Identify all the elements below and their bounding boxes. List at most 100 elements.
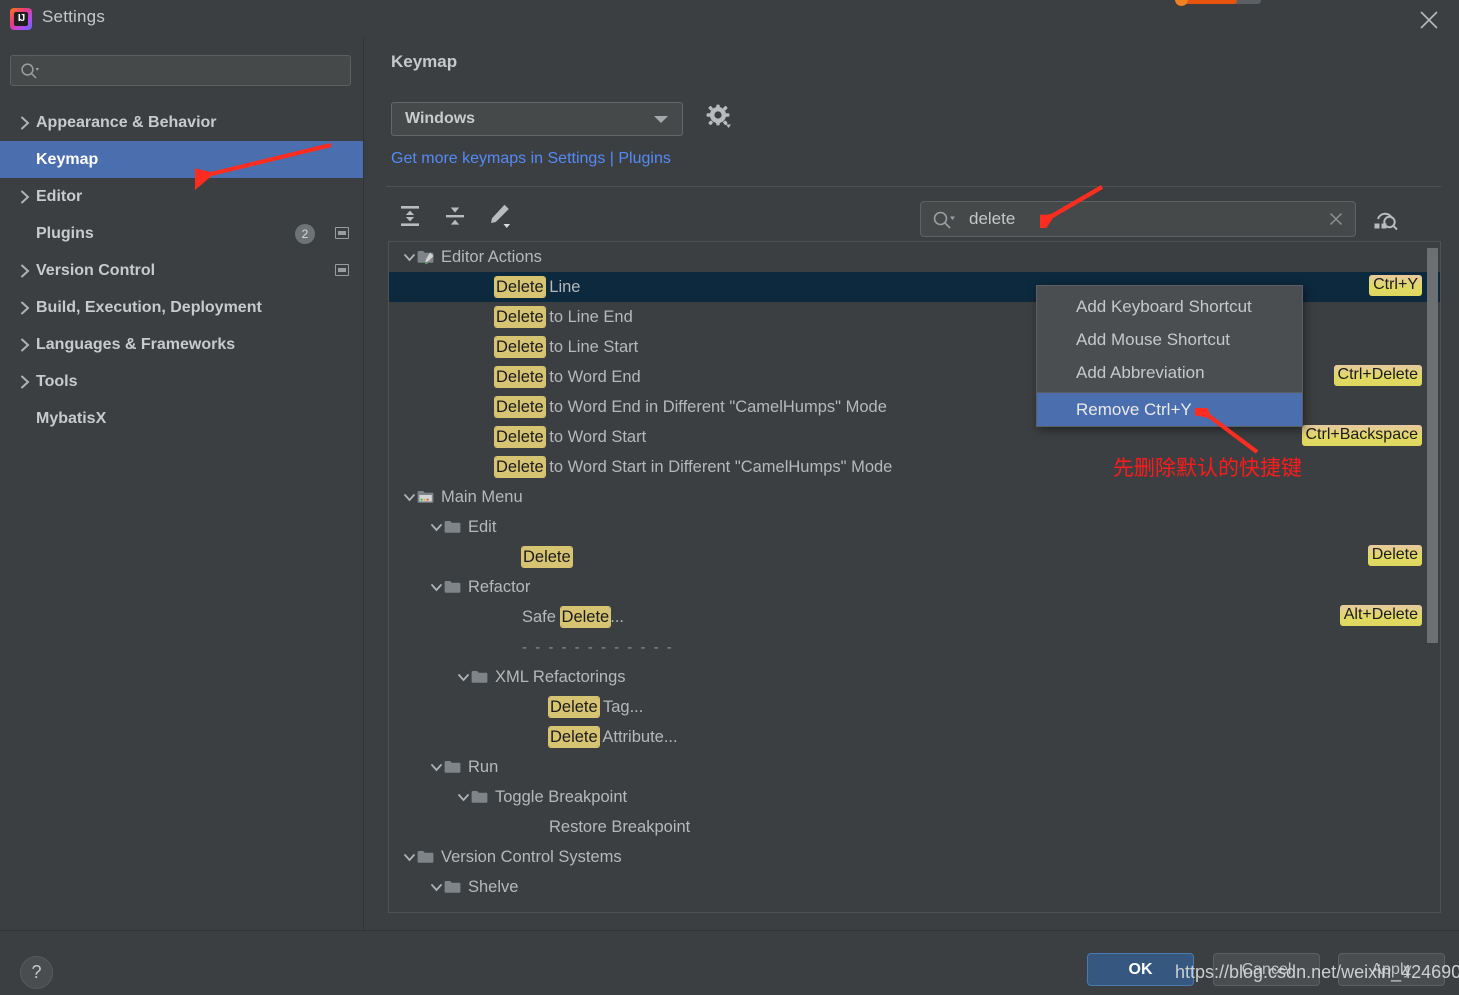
sidebar-item-label: Keymap [36,150,99,168]
tree-icon-spacer [471,340,488,354]
menu-item-add-keyboard-shortcut[interactable]: Add Keyboard Shortcut [1037,290,1302,323]
keymap-select[interactable]: Windows [391,102,683,136]
action-search-input[interactable]: delete [920,201,1356,237]
keymap-settings-gear-button[interactable] [702,102,736,136]
find-by-shortcut-icon[interactable] [1368,202,1402,236]
sidebar-item-plugins[interactable]: Plugins 2 [0,215,363,252]
folder-icon [444,880,461,894]
sidebar-item-tools[interactable]: Tools [0,363,363,400]
sidebar-item-build-execution-deployment[interactable]: Build, Execution, Deployment [0,289,363,326]
sidebar-item-languages-frameworks[interactable]: Languages & Frameworks [0,326,363,363]
tree-row-label: Delete Line [495,276,580,297]
slider-knob[interactable] [1175,0,1188,6]
tree-row-label: Editor Actions [441,248,542,267]
tree-no-chevron [456,340,471,355]
tree-scrollbar[interactable] [1426,244,1438,912]
help-button[interactable]: ? [20,956,53,989]
table-row[interactable]: Delete Delete [389,542,1440,572]
search-icon [932,210,956,235]
tree-label-suffix: Version Control Systems [441,847,622,866]
chevron-right-icon [16,264,34,278]
chevron-down-icon[interactable] [429,760,444,775]
table-row[interactable]: XML Refactorings [389,662,1440,692]
search-match-highlight: Delete [495,306,545,327]
search-icon [20,62,40,85]
gear-icon [706,104,732,135]
table-row[interactable]: Refactor [389,572,1440,602]
tree-label-suffix: to Word Start [544,427,647,446]
search-match-highlight: Delete [495,366,545,387]
tree-no-chevron [456,370,471,385]
folder-icon [417,850,434,864]
sidebar-item-label: Tools [36,372,78,390]
tree-label-suffix: Shelve [468,877,519,896]
table-row[interactable]: Editor Actions [389,242,1440,272]
sidebar-search-input[interactable] [10,55,351,86]
table-row[interactable]: Shelve [389,872,1440,902]
project-scope-icon [335,264,349,276]
scrollbar-thumb[interactable] [1427,248,1438,643]
get-more-keymaps-link[interactable]: Get more keymaps in Settings | Plugins [391,150,671,168]
tree-icon-spacer [498,550,515,564]
tree-no-chevron [456,280,471,295]
top-slider[interactable] [1175,0,1263,7]
chevron-down-icon[interactable] [456,670,471,685]
tree-row-label: Delete to Word End in Different "CamelHu… [495,396,887,417]
table-row[interactable]: Main Menu [389,482,1440,512]
sidebar-item-mybatisx[interactable]: MybatisX [0,400,363,437]
table-row[interactable]: Delete Tag... [389,692,1440,722]
table-row[interactable]: Delete Attribute... [389,722,1440,752]
search-match-highlight: Delete [549,696,599,717]
chevron-down-icon[interactable] [402,490,417,505]
collapse-all-icon[interactable] [439,201,470,232]
sidebar-item-keymap[interactable]: Keymap [0,141,363,178]
search-match-highlight: Delete [560,606,611,627]
chevron-down-icon[interactable] [456,790,471,805]
tree-icon-spacer [525,730,542,744]
tree-icon-spacer [498,640,515,654]
tree-icon-spacer [471,400,488,414]
menu-item-remove-ctrl-y[interactable]: Remove Ctrl+Y [1037,393,1302,426]
expand-all-icon[interactable] [394,201,425,232]
tree-row-label: XML Refactorings [495,668,626,687]
table-row[interactable]: Edit [389,512,1440,542]
chevron-right-icon [16,338,34,352]
close-icon[interactable] [1413,4,1445,36]
chevron-down-icon[interactable] [402,250,417,265]
tree-no-chevron [510,700,525,715]
tree-label-suffix: Restore Breakpoint [549,817,691,836]
tree-label-suffix: Main Menu [441,487,523,506]
sidebar-item-editor[interactable]: Editor [0,178,363,215]
tree-icon-spacer [498,610,515,624]
close-icon[interactable] [1327,210,1345,228]
table-row[interactable]: Version Control Systems [389,842,1440,872]
sidebar-item-label: Version Control [36,261,156,279]
tree-row-label: Toggle Breakpoint [495,788,627,807]
table-row[interactable]: Restore Breakpoint [389,812,1440,842]
chevron-down-icon[interactable] [402,850,417,865]
tree-label-suffix: to Line End [544,307,633,326]
chevron-right-icon [16,301,34,315]
edit-shortcut-icon[interactable] [484,201,515,232]
chevron-down-icon[interactable] [429,880,444,895]
shortcut-context-menu[interactable]: Add Keyboard Shortcut Add Mouse Shortcut A… [1036,285,1303,427]
annotation-note: 先删除默认的快捷键 [1113,456,1302,480]
window-title: Settings [42,7,106,26]
menu-item-add-mouse-shortcut[interactable]: Add Mouse Shortcut [1037,323,1302,356]
table-row[interactable]: Toggle Breakpoint [389,782,1440,812]
tree-icon-spacer [471,460,488,474]
sidebar-item-appearance-behavior[interactable]: Appearance & Behavior [0,104,363,141]
tree-label-prefix: Safe [522,607,561,626]
tree-row-label: Main Menu [441,488,523,507]
tree-label-suffix: to Word End [544,367,641,386]
menu-item-add-abbreviation[interactable]: Add Abbreviation [1037,356,1302,389]
table-row[interactable]: Safe Delete... Alt+Delete [389,602,1440,632]
chevron-down-icon[interactable] [429,520,444,535]
page-title: Keymap [391,52,458,71]
sidebar-item-version-control[interactable]: Version Control [0,252,363,289]
table-row[interactable]: Run [389,752,1440,782]
table-row[interactable]: - - - - - - - - - - - - [389,632,1440,662]
tree-no-chevron [483,550,498,565]
chevron-down-icon[interactable] [429,580,444,595]
folder-icon [471,670,488,684]
